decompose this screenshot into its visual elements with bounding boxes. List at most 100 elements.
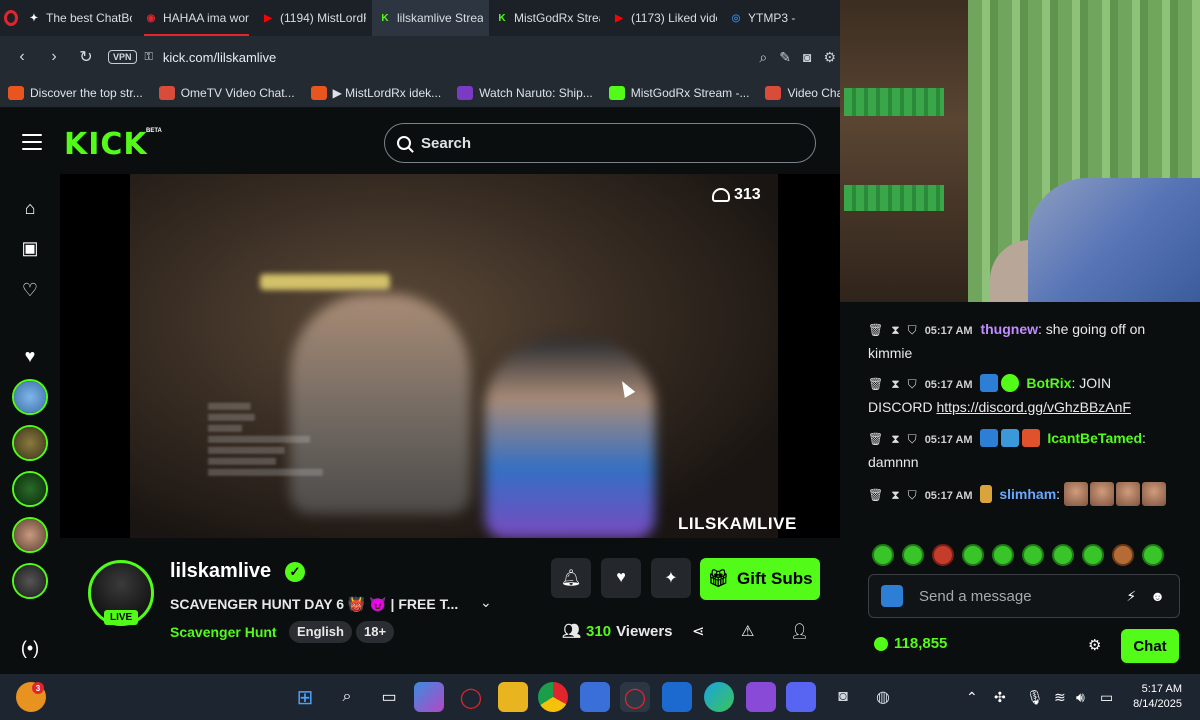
wifi-icon[interactable]: ≋ bbox=[1054, 689, 1066, 706]
battery-icon[interactable]: ▭ bbox=[1100, 689, 1113, 706]
report-icon[interactable]: ⚠ bbox=[741, 622, 754, 640]
camera-icon[interactable]: ◙ bbox=[828, 682, 858, 712]
mod-shield-icon[interactable]: ⛉ bbox=[908, 319, 917, 341]
timeout-icon[interactable]: ⧗ bbox=[891, 428, 899, 450]
emote-icon[interactable] bbox=[1112, 544, 1134, 566]
commands-icon[interactable]: ⚡︎ bbox=[1126, 588, 1136, 605]
message-username[interactable]: IcantBeTamed bbox=[1047, 430, 1142, 446]
forward-icon[interactable]: › bbox=[38, 41, 70, 73]
message-username[interactable]: thugnew bbox=[980, 321, 1038, 337]
sparkle-button[interactable]: ✦ bbox=[651, 558, 691, 598]
mod-shield-icon[interactable]: ⛉ bbox=[908, 484, 917, 506]
url-field[interactable]: VPN ⚿ kick.com/lilskamlive bbox=[108, 42, 759, 72]
find-icon[interactable]: ⌕ bbox=[759, 49, 767, 66]
system-clock[interactable]: 5:17 AM 8/14/2025 bbox=[1130, 682, 1182, 712]
bookmark-item[interactable]: MistGodRx Stream -... bbox=[608, 85, 749, 100]
kick-logo[interactable]: KICK bbox=[64, 127, 148, 162]
browse-icon[interactable]: ▣ bbox=[18, 236, 42, 260]
browser-tab[interactable]: Klilskamlive Stream - W bbox=[372, 0, 489, 36]
followed-channel-avatar[interactable] bbox=[12, 425, 48, 461]
live-broadcast-icon[interactable]: (•) bbox=[18, 636, 42, 660]
favorites-icon[interactable]: ♥ bbox=[18, 344, 42, 368]
browser-tab[interactable]: ▶ (1194) MistLordRx bbox=[255, 0, 372, 36]
category-link[interactable]: Scavenger Hunt bbox=[170, 624, 277, 640]
chevron-down-icon[interactable]: ⌄ bbox=[480, 594, 492, 611]
chrome-icon[interactable] bbox=[538, 682, 568, 712]
emote-icon[interactable] bbox=[872, 544, 894, 566]
taskbar-search-icon[interactable]: ⌕ bbox=[332, 682, 362, 712]
reload-icon[interactable]: ↻ bbox=[70, 41, 102, 73]
mod-shield-icon[interactable]: ⛉ bbox=[908, 373, 917, 395]
edit-icon[interactable]: ✎ bbox=[779, 49, 791, 66]
add-user-icon[interactable]: 👤︎ bbox=[790, 622, 809, 640]
emoji-icon[interactable]: ☻ bbox=[1150, 588, 1165, 604]
emote-icon[interactable] bbox=[902, 544, 924, 566]
discord-icon[interactable] bbox=[786, 682, 816, 712]
channel-points[interactable]: 118,855 bbox=[874, 635, 947, 652]
obs-icon[interactable]: ◍ bbox=[868, 682, 898, 712]
emote-icon[interactable] bbox=[932, 544, 954, 566]
search-input[interactable]: Search bbox=[384, 123, 816, 163]
opera-gx-icon[interactable]: ◯ bbox=[456, 682, 486, 712]
share-icon[interactable]: ⋖ bbox=[692, 622, 705, 640]
store-icon[interactable] bbox=[580, 682, 610, 712]
home-icon[interactable]: ⌂ bbox=[18, 196, 42, 220]
delete-icon[interactable]: 🗑︎ bbox=[868, 484, 883, 506]
edge-icon[interactable] bbox=[704, 682, 734, 712]
timeout-icon[interactable]: ⧗ bbox=[891, 319, 899, 341]
followed-channel-avatar[interactable] bbox=[12, 517, 48, 553]
video-frame[interactable]: ▒▒▒▒▒▒▒▒▒▒ ▒▒▒▒▒▒▒▒▒▒▒ ▒▒▒▒▒▒▒▒ ▒▒▒▒▒▒▒▒▒▒▒… bbox=[130, 174, 778, 538]
send-chat-button[interactable]: Chat bbox=[1121, 629, 1179, 663]
chat-message-input[interactable]: Send a message ⚡︎ ☻ bbox=[868, 574, 1180, 618]
bookmark-item[interactable]: Discover the top str... bbox=[8, 85, 143, 100]
followed-channel-avatar[interactable] bbox=[12, 379, 48, 415]
message-link[interactable]: https://discord.gg/vGhzBBzAnF bbox=[936, 399, 1131, 415]
mod-shield-icon[interactable]: ⛉ bbox=[908, 428, 917, 450]
emote-icon[interactable] bbox=[992, 544, 1014, 566]
followed-channel-avatar[interactable] bbox=[12, 563, 48, 599]
timeout-icon[interactable]: ⧗ bbox=[891, 484, 899, 506]
file-explorer-icon[interactable] bbox=[498, 682, 528, 712]
back-icon[interactable]: ‹ bbox=[6, 41, 38, 73]
chat-settings-icon[interactable]: ⚙ bbox=[1088, 636, 1101, 654]
url-text[interactable]: kick.com/lilskamlive bbox=[163, 50, 276, 65]
browser-tab[interactable]: ◉ HAHAA ima worth bbox=[138, 0, 255, 36]
gift-subs-button[interactable]: 🎁︎ Gift Subs bbox=[700, 558, 820, 600]
opera-icon[interactable]: ◯ bbox=[620, 682, 650, 712]
emote-icon[interactable] bbox=[1022, 544, 1044, 566]
browser-tab[interactable]: ▶ (1173) Liked videc bbox=[606, 0, 723, 36]
outlook-icon[interactable] bbox=[662, 682, 692, 712]
emote-icon[interactable] bbox=[1052, 544, 1074, 566]
opera-menu-icon[interactable] bbox=[0, 0, 21, 36]
browser-tab[interactable]: ✦ The best ChatBot bbox=[21, 0, 138, 36]
emote-icon[interactable] bbox=[1082, 544, 1104, 566]
delete-icon[interactable]: 🗑︎ bbox=[868, 373, 883, 395]
vpn-badge[interactable]: VPN bbox=[108, 50, 137, 64]
bookmark-item[interactable]: OmeTV Video Chat... bbox=[158, 85, 295, 100]
settings-icon[interactable]: ⚙ bbox=[823, 49, 836, 66]
volume-icon[interactable]: 🔊︎ bbox=[1076, 689, 1085, 706]
browser-tab[interactable]: ◎ YTMP3 - bbox=[723, 0, 840, 36]
bookmark-item[interactable]: ▶ MistLordRx idek... bbox=[310, 85, 441, 100]
timeout-icon[interactable]: ⧗ bbox=[891, 373, 899, 395]
bookmark-item[interactable]: Watch Naruto: Ship... bbox=[457, 85, 593, 100]
show-hidden-icons[interactable]: ⌃ bbox=[966, 689, 978, 706]
following-icon[interactable]: ♡ bbox=[18, 278, 42, 302]
followed-channel-avatar[interactable] bbox=[12, 471, 48, 507]
emote-icon[interactable] bbox=[962, 544, 984, 566]
microphone-icon[interactable]: 🎙︎ bbox=[1026, 689, 1044, 706]
emote-icon[interactable] bbox=[1142, 544, 1164, 566]
streamer-name[interactable]: lilskamlive bbox=[170, 560, 271, 583]
snapshot-icon[interactable]: ◙ bbox=[803, 49, 811, 66]
message-username[interactable]: slimham bbox=[999, 486, 1056, 502]
tray-app-icon[interactable]: ✣ bbox=[994, 689, 1006, 706]
follow-button[interactable]: ♥ bbox=[601, 558, 641, 598]
video-player[interactable]: ▒▒▒▒▒▒▒▒▒▒ ▒▒▒▒▒▒▒▒▒▒▒ ▒▒▒▒▒▒▒▒ ▒▒▒▒▒▒▒▒▒▒▒… bbox=[60, 174, 840, 538]
task-view-icon[interactable]: ▭ bbox=[374, 682, 404, 712]
site-info-icon[interactable]: ⚿ bbox=[145, 51, 153, 64]
copilot-icon[interactable] bbox=[414, 682, 444, 712]
message-username[interactable]: BotRix bbox=[1026, 375, 1071, 391]
delete-icon[interactable]: 🗑︎ bbox=[868, 319, 883, 341]
clipchamp-icon[interactable] bbox=[746, 682, 776, 712]
notification-bell-button[interactable]: 🔔︎ bbox=[551, 558, 591, 598]
